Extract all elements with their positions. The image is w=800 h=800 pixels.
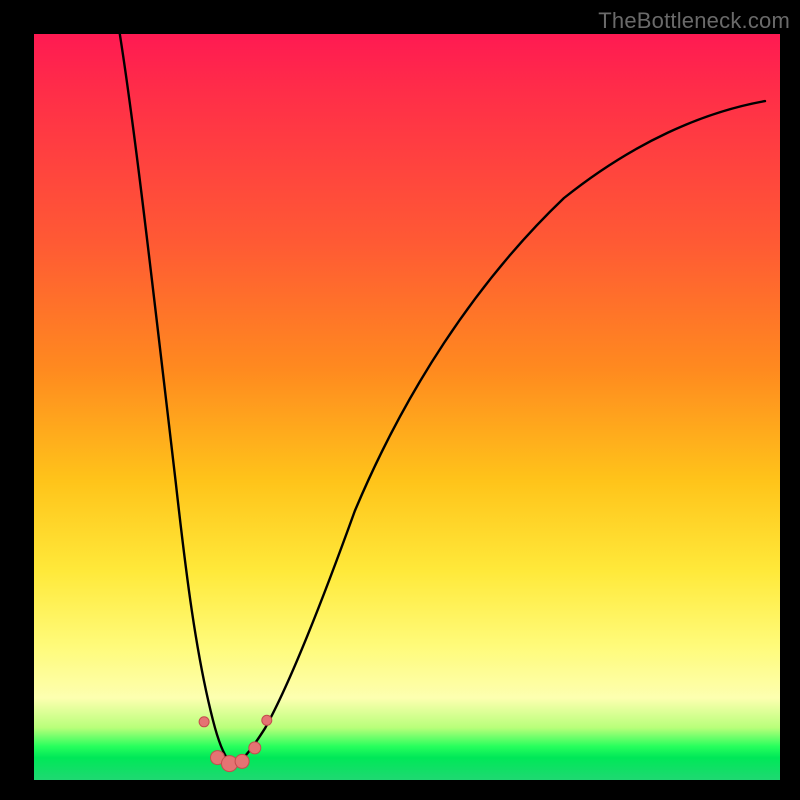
marker-dot bbox=[235, 754, 249, 768]
curve-layer bbox=[34, 34, 780, 780]
trough-markers bbox=[199, 715, 272, 771]
bottleneck-curve bbox=[120, 34, 765, 764]
marker-dot bbox=[249, 742, 261, 754]
marker-dot bbox=[199, 717, 209, 727]
chart-stage: TheBottleneck.com bbox=[0, 0, 800, 800]
marker-dot bbox=[262, 715, 272, 725]
watermark-text: TheBottleneck.com bbox=[598, 8, 790, 34]
